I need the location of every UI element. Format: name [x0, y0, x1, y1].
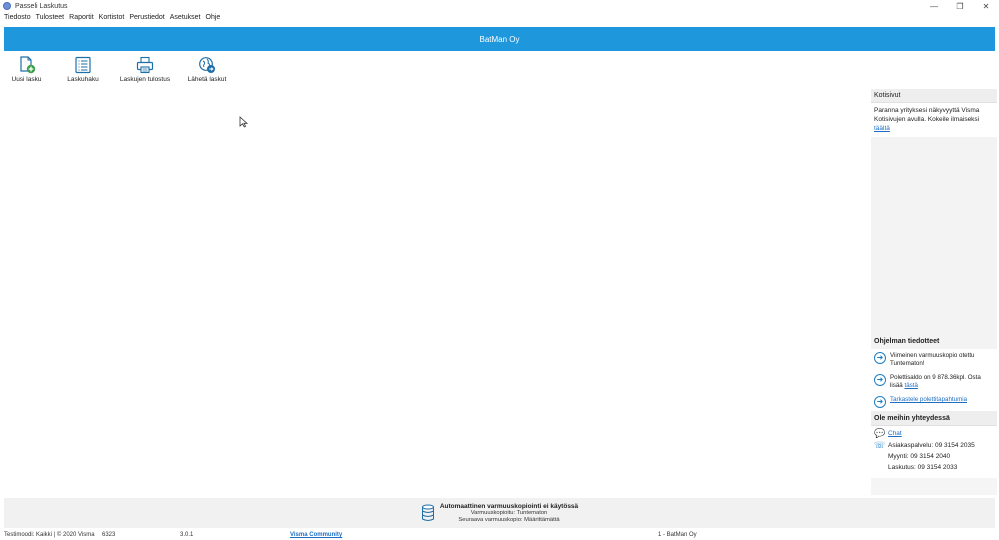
backup-title: Automaattinen varmuuskopiointi ei käytös… [439, 502, 579, 510]
menu-tulosteet[interactable]: Tulosteet [36, 14, 65, 21]
billing-phone: Laskutus: 09 3154 2033 [888, 464, 958, 471]
send-invoices-label: Lähetä laskut [187, 76, 227, 83]
backup-next: Seuraava varmuuskopio: Määrittämättä [458, 516, 560, 523]
menu-perustiedot[interactable]: Perustiedot [129, 14, 164, 21]
status-bar: Testimoodi: Kaikki | © 2020 Visma 6323 3… [0, 531, 999, 540]
chat-row: 💬 Chat [874, 429, 994, 438]
list-icon [73, 56, 93, 74]
restore-button[interactable]: ❐ [947, 0, 973, 12]
info-balance-row[interactable]: ➜ Polettisaldo on 9 878.36kpl. Osta lisä… [871, 371, 997, 393]
printer-icon [135, 56, 155, 74]
sales-phone: Myynti: 09 3154 2040 [888, 453, 951, 460]
status-mode: Testimoodi: Kaikki | © 2020 Visma [4, 532, 95, 538]
invoice-search-label: Laskuhaku [67, 76, 99, 83]
info-events-row[interactable]: ➜ Tarkastele polettitapahtumia [871, 393, 997, 411]
database-icon [421, 504, 434, 521]
status-company: 1 - BatMan Oy [658, 532, 697, 538]
app-icon [3, 2, 11, 10]
panel-spacer [871, 137, 997, 333]
status-number: 6323 [102, 532, 116, 538]
chat-link[interactable]: Chat [888, 429, 902, 438]
minimize-button[interactable]: — [921, 0, 947, 12]
backup-status-bar: Automaattinen varmuuskopiointi ei käytös… [4, 498, 995, 528]
arrow-right-icon: ➜ [874, 352, 886, 364]
status-version: 3.0.1 [180, 532, 194, 538]
menu-bar: Tiedosto Tulosteet Raportit Kortistot Pe… [0, 12, 999, 22]
company-header: BatMan Oy [4, 27, 995, 51]
phone-icon: ☏ [874, 440, 886, 450]
window-controls: — ❐ ✕ [921, 0, 999, 12]
kotisivut-heading: Kotisivut [871, 89, 997, 103]
kotisivut-text: Paranna yrityksesi näkyvyyttä Visma Koti… [874, 107, 980, 123]
main-workspace [4, 88, 870, 496]
close-button[interactable]: ✕ [973, 0, 999, 12]
menu-ohje[interactable]: Ohje [206, 14, 221, 21]
menu-asetukset[interactable]: Asetukset [170, 14, 201, 21]
kotisivut-link[interactable]: täältä [874, 125, 890, 132]
arrow-right-icon: ➜ [874, 396, 886, 408]
arrow-right-icon: ➜ [874, 374, 886, 386]
new-invoice-label: Uusi lasku [11, 76, 42, 83]
kotisivut-box: Paranna yrityksesi näkyvyyttä Visma Koti… [871, 103, 997, 137]
send-invoices-button[interactable]: Lähetä laskut [181, 56, 233, 86]
menu-tiedosto[interactable]: Tiedosto [4, 14, 31, 21]
chat-bubble-icon: 💬 [874, 428, 886, 438]
invoice-print-label: Laskujen tulostus [119, 76, 171, 83]
new-document-icon [17, 56, 37, 74]
toolbar: Uusi lasku Laskuhaku Laskujen tulostus L… [4, 56, 241, 86]
side-panel: Kotisivut Paranna yrityksesi näkyvyyttä … [871, 89, 997, 495]
support-phone: Asiakaspalvelu: 09 3154 2035 [888, 442, 975, 449]
invoice-print-button[interactable]: Laskujen tulostus [117, 56, 173, 86]
info-heading: Ohjelman tiedotteet [871, 333, 997, 349]
title-bar: Passeli Laskutus — ❐ ✕ [0, 0, 999, 12]
contact-box: 💬 Chat ☏ Asiakaspalvelu: 09 3154 2035 My… [871, 426, 997, 478]
community-link[interactable]: Visma Community [290, 532, 342, 538]
backup-last: Varmuuskopioitu: Tuntematon [470, 509, 548, 516]
invoice-search-button[interactable]: Laskuhaku [57, 56, 109, 86]
company-name: BatMan Oy [479, 34, 520, 44]
info-backup-text: Viimeinen varmuuskopio otettu Tuntematon… [890, 352, 975, 367]
menu-kortistot[interactable]: Kortistot [99, 14, 125, 21]
info-balance-link[interactable]: tästä [904, 382, 917, 389]
globe-send-icon [197, 56, 217, 74]
new-invoice-button[interactable]: Uusi lasku [4, 56, 49, 86]
phone-numbers: Asiakaspalvelu: 09 3154 2035 Myynti: 09 … [888, 441, 975, 472]
info-backup-row[interactable]: ➜ Viimeinen varmuuskopio otettu Tuntemat… [871, 349, 997, 371]
window-title: Passeli Laskutus [15, 2, 68, 10]
menu-raportit[interactable]: Raportit [69, 14, 94, 21]
mouse-cursor-icon [239, 116, 249, 128]
info-events-link[interactable]: Tarkastele polettitapahtumia [890, 396, 967, 404]
contact-heading: Ole meihin yhteydessä [871, 411, 997, 426]
phone-row: ☏ Asiakaspalvelu: 09 3154 2035 Myynti: 0… [874, 441, 994, 472]
